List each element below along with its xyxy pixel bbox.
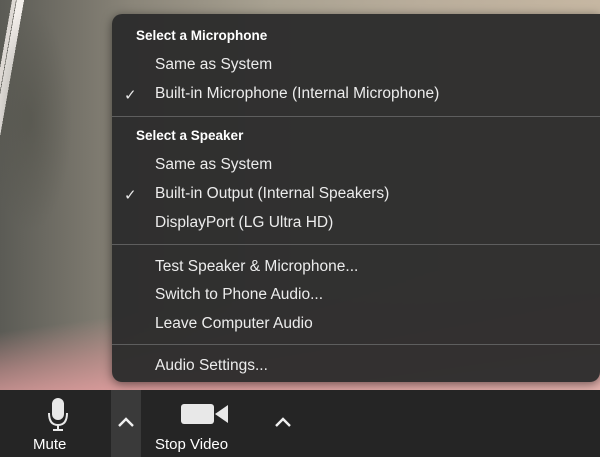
audio-options-menu: Select a Microphone Same as System ✓ Bui… <box>112 14 600 382</box>
mute-label: Mute <box>33 436 67 453</box>
menu-item-builtin-microphone[interactable]: Built-in Microphone (Internal Microphone… <box>155 85 439 103</box>
video-camera-icon <box>181 404 228 424</box>
stop-video-label: Stop Video <box>155 436 229 453</box>
audio-options-caret-button[interactable] <box>111 390 141 457</box>
menu-divider <box>112 116 600 117</box>
stop-video-button[interactable]: Stop Video <box>150 390 260 457</box>
menu-item-audio-settings[interactable]: Audio Settings... <box>155 357 268 375</box>
chevron-up-icon <box>275 417 291 427</box>
chevron-up-icon <box>118 417 134 427</box>
menu-item-leave-computer-audio[interactable]: Leave Computer Audio <box>155 315 313 333</box>
mute-button[interactable]: Mute <box>25 390 95 457</box>
menu-item-displayport[interactable]: DisplayPort (LG Ultra HD) <box>155 214 333 232</box>
speaker-section-header: Select a Speaker <box>136 128 244 143</box>
checkmark-icon: ✓ <box>124 187 137 204</box>
checkmark-icon: ✓ <box>124 87 137 104</box>
menu-divider <box>112 244 600 245</box>
menu-item-builtin-output[interactable]: Built-in Output (Internal Speakers) <box>155 185 389 203</box>
menu-item-mic-same-as-system[interactable]: Same as System <box>155 56 272 74</box>
meeting-toolbar: Mute Stop Video <box>0 390 600 457</box>
microphone-section-header: Select a Microphone <box>136 28 268 43</box>
microphone-icon <box>48 398 68 431</box>
menu-item-speaker-same-as-system[interactable]: Same as System <box>155 156 272 174</box>
menu-divider <box>112 344 600 345</box>
menu-item-switch-phone-audio[interactable]: Switch to Phone Audio... <box>155 286 323 304</box>
video-options-caret-button[interactable] <box>268 390 298 457</box>
menu-item-test-speaker-microphone[interactable]: Test Speaker & Microphone... <box>155 258 358 276</box>
